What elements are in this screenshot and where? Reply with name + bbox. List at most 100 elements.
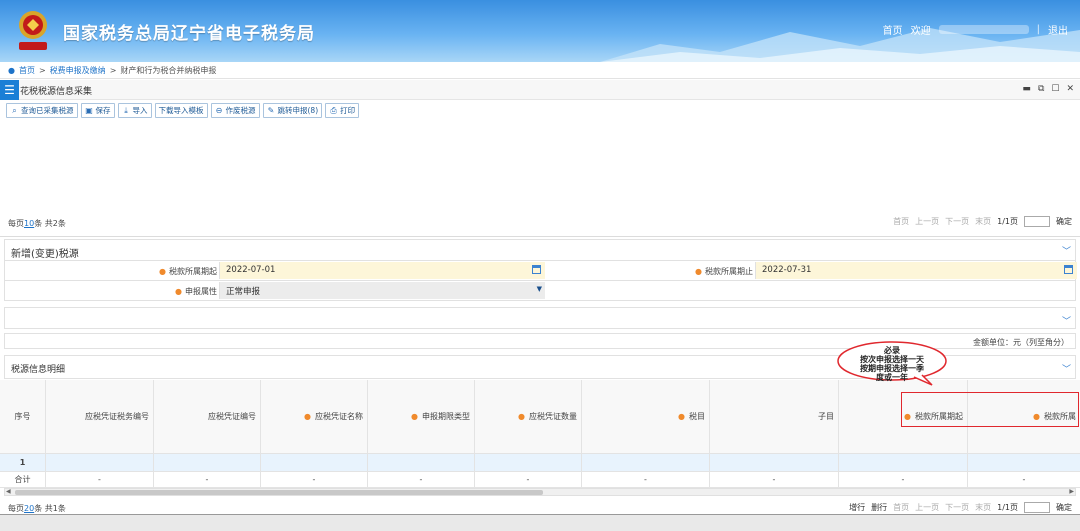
scroll-thumb[interactable] [15, 490, 543, 495]
period-end-label: ● 税款所属期止 [695, 267, 753, 276]
col-header: 应税凭证编号 [154, 380, 261, 453]
col-header: 子目 [710, 380, 839, 453]
panel-header [0, 80, 1080, 100]
table-cell[interactable] [710, 454, 839, 471]
total-cell: - [46, 472, 154, 487]
add-row-button[interactable]: 增行 [849, 502, 865, 513]
print-button[interactable]: ⎙ 打印 [325, 103, 360, 118]
pager-next[interactable]: 下一页 [945, 502, 969, 513]
logout-link[interactable]: 退出 [1048, 22, 1068, 37]
page-size-link[interactable]: 20 [24, 504, 34, 513]
form-row-decl-attr: ● 申报属性 正常申报 ▼ [4, 281, 1076, 301]
breadcrumb-home[interactable]: 首页 [19, 65, 35, 76]
print-icon: ⎙ [330, 106, 337, 115]
section-title: 新增(变更)税源 [11, 249, 79, 260]
pager-first[interactable]: 首页 [893, 216, 909, 227]
breadcrumb: ● 首页 > 税费申报及缴纳 > 财产和行为税合并纳税申报 [0, 62, 1080, 79]
pager-last[interactable]: 末页 [975, 502, 991, 513]
total-label: 合计 [0, 472, 46, 487]
save-icon: ▣ [85, 106, 93, 115]
pager-next[interactable]: 下一页 [945, 216, 969, 227]
calendar-icon[interactable] [1064, 265, 1073, 274]
edit-icon: ✎ [267, 106, 275, 115]
table-cell[interactable] [582, 454, 710, 471]
breadcrumb-current: 财产和行为税合并纳税申报 [120, 65, 217, 75]
pager-first[interactable]: 首页 [893, 502, 909, 513]
decl-attr-label: ● 申报属性 [175, 287, 217, 296]
collapsed-section-header[interactable]: ﹀ [4, 307, 1076, 329]
page-jump-input[interactable] [1024, 502, 1050, 513]
page-info: 1/1页 [997, 503, 1018, 512]
save-button[interactable]: ▣ 保存 [80, 103, 115, 118]
table-cell[interactable] [154, 454, 261, 471]
username-redacted [938, 25, 1029, 34]
chevron-down-icon[interactable]: ﹀ [1062, 314, 1071, 327]
location-pin-icon: ● [8, 65, 15, 75]
total-cell: - [1022, 475, 1026, 484]
horizontal-scrollbar[interactable]: ◀ ▶ [4, 488, 1076, 496]
divider: | [1036, 24, 1040, 35]
new-source-section-header[interactable]: 新增(变更)税源 ﹀ [4, 239, 1076, 261]
col-header: ● 应税凭证名称 [261, 380, 368, 453]
top-pager: 每页10条 共2条 首页 上一页 下一页 末页 1/1页 确定 [8, 216, 1072, 228]
minimize-icon[interactable]: ▬ [1022, 84, 1031, 94]
site-title: 国家税务总局辽宁省电子税务局 [63, 24, 315, 44]
pager-prev[interactable]: 上一页 [915, 502, 939, 513]
total-row: 合计 - - - - - - - - - [0, 472, 1080, 488]
total-cell: - [582, 472, 710, 487]
section-title: 税源信息明细 [11, 365, 66, 375]
page-jump-confirm[interactable]: 确定 [1056, 502, 1072, 513]
import-button[interactable]: ⤓ 导入 [117, 103, 152, 118]
col-header: ● 税目 [582, 380, 710, 453]
scroll-right-icon[interactable]: ▶ [1069, 488, 1074, 495]
close-icon[interactable]: ✕ [1066, 84, 1074, 94]
window-controls: ▬ ⧉ ☐ ✕ [1022, 84, 1074, 94]
period-start-label: ● 税款所属期起 [159, 267, 217, 276]
scroll-left-icon[interactable]: ◀ [6, 488, 11, 495]
annotation-highlight-box [901, 392, 1079, 427]
jump-declare-button[interactable]: ✎ 跳转申报(8) [262, 103, 323, 118]
welcome-text: 欢迎 [910, 26, 931, 37]
restore-icon[interactable]: ⧉ [1038, 84, 1044, 94]
table-cell[interactable] [839, 454, 968, 471]
total-cell: - [710, 472, 839, 487]
void-source-button[interactable]: ⊖ 作废税源 [210, 103, 260, 118]
amount-unit-text: 金额单位：元（列至角分） [973, 338, 1069, 347]
list-icon[interactable]: ☰ [0, 80, 19, 100]
nav-home-link[interactable]: 首页 [883, 22, 903, 37]
pager-last[interactable]: 末页 [975, 216, 991, 227]
table-cell[interactable] [368, 454, 475, 471]
period-end-input[interactable]: 2022-07-31 [755, 262, 1077, 279]
query-collected-button[interactable]: ⌕ 查询已采集税源 [6, 103, 78, 118]
table-cell[interactable] [968, 454, 1080, 471]
divider [0, 236, 1080, 237]
site-banner: 国家税务总局辽宁省电子税务局 首页 欢迎 | 退出 [0, 0, 1080, 62]
total-cell: - [475, 472, 582, 487]
void-icon: ⊖ [215, 106, 223, 115]
chevron-down-icon[interactable]: ﹀ [1062, 362, 1071, 375]
page-jump-confirm[interactable]: 确定 [1056, 216, 1072, 227]
breadcrumb-tax-filing[interactable]: 税费申报及缴纳 [50, 65, 106, 76]
toolbar: ⌕ 查询已采集税源 ▣ 保存 ⤓ 导入 下载导入模板 ⊖ 作废税源 ✎ 跳转申报(8) ⎙… [6, 103, 360, 118]
pager-prev[interactable]: 上一页 [915, 216, 939, 227]
period-start-input[interactable]: 2022-07-01 [219, 262, 545, 279]
chevron-down-icon[interactable]: ﹀ [1062, 244, 1071, 257]
dropdown-arrow-icon[interactable]: ▼ [537, 285, 542, 293]
table-cell[interactable] [261, 454, 368, 471]
table-row[interactable]: 1 [0, 454, 1080, 472]
col-header: 应税凭证税务编号 [46, 380, 154, 453]
decl-attr-select[interactable]: 正常申报 ▼ [219, 282, 545, 299]
download-template-button[interactable]: 下载导入模板 [154, 103, 208, 118]
top-user-bar: 首页 欢迎 | 退出 [883, 22, 1068, 37]
table-cell[interactable] [46, 454, 154, 471]
calendar-icon[interactable] [532, 265, 541, 274]
page-jump-input[interactable] [1024, 216, 1050, 227]
panel-title: 花税税源信息采集 [20, 87, 93, 97]
page-size-link[interactable]: 10 [24, 219, 34, 228]
col-header: 序号 [0, 380, 46, 453]
search-icon: ⌕ [12, 106, 17, 115]
delete-row-button[interactable]: 删行 [871, 502, 887, 513]
maximize-icon[interactable]: ☐ [1051, 84, 1059, 94]
table-cell[interactable] [475, 454, 582, 471]
page-info: 1/1页 [997, 217, 1018, 226]
